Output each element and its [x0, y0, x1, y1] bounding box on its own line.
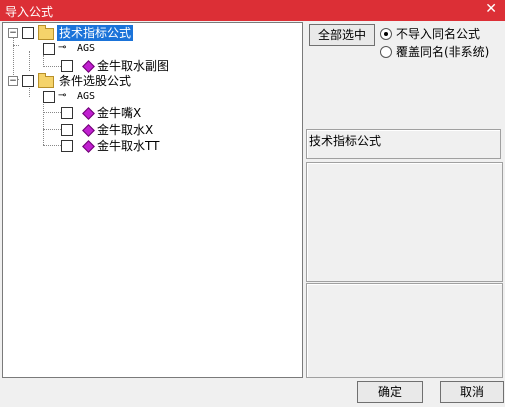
title-bar: 导入公式 ✕: [0, 0, 505, 21]
checkbox[interactable]: [43, 91, 55, 103]
ok-button[interactable]: 确定: [357, 381, 423, 403]
tree-node-label: 条件选股公式: [59, 74, 132, 88]
window-title: 导入公式: [5, 5, 54, 19]
tree-node-ags[interactable]: − ⊸ AGS: [3, 41, 300, 57]
close-icon[interactable]: ✕: [485, 1, 497, 17]
radio-skip-duplicates[interactable]: [380, 28, 392, 40]
checkbox[interactable]: [43, 43, 55, 55]
collapse-icon[interactable]: −: [8, 76, 18, 86]
formula-description-panel: [306, 162, 503, 282]
tree-node-label: AGS: [77, 43, 96, 54]
formula-icon: [82, 140, 95, 153]
checkbox[interactable]: [61, 107, 73, 119]
formula-info-panel: 技术指标公式: [306, 129, 501, 159]
formula-tree[interactable]: − 技术指标公式 − ⊸ AGS 金牛取水副图 − 条件选股公式 −: [2, 22, 303, 378]
checkbox[interactable]: [61, 60, 73, 72]
tree-node-tech-indicators[interactable]: − 技术指标公式: [3, 25, 300, 41]
tree-node-ags[interactable]: − ⊸ AGS: [3, 89, 300, 105]
select-all-button[interactable]: 全部选中: [309, 24, 375, 46]
formula-detail-panel: [306, 283, 503, 378]
tree-node-label: 金牛嘴X: [97, 106, 142, 120]
formula-info-title: 技术指标公式: [309, 134, 382, 148]
tree-node-label: 技术指标公式: [57, 25, 134, 41]
tree-node-formula[interactable]: 金牛取水副图: [3, 58, 300, 74]
tree-node-formula[interactable]: 金牛取水TT: [3, 138, 300, 154]
checkbox[interactable]: [22, 75, 34, 87]
folder-icon: [38, 73, 54, 88]
radio-overwrite-duplicates[interactable]: [380, 46, 392, 58]
key-icon: ⊸: [58, 42, 67, 53]
formula-icon: [82, 124, 95, 137]
tree-node-formula[interactable]: 金牛嘴X: [3, 105, 300, 121]
tree-node-label: 金牛取水副图: [97, 59, 170, 73]
tree-node-formula[interactable]: 金牛取水X: [3, 122, 300, 138]
key-icon: ⊸: [58, 90, 67, 101]
checkbox[interactable]: [61, 140, 73, 152]
radio-overwrite-duplicates-label: 覆盖同名(非系统): [396, 45, 490, 59]
collapse-icon[interactable]: −: [8, 28, 18, 38]
tree-node-stock-selection[interactable]: − 条件选股公式: [3, 73, 300, 89]
radio-skip-duplicates-label: 不导入同名公式: [396, 27, 481, 41]
cancel-button[interactable]: 取消: [440, 381, 504, 403]
formula-icon: [82, 107, 95, 120]
checkbox[interactable]: [22, 27, 34, 39]
formula-icon: [82, 60, 95, 73]
tree-node-label: AGS: [77, 91, 96, 102]
folder-icon: [38, 25, 54, 40]
import-formula-dialog: 导入公式 ✕ − 技术指标公式 − ⊸ AGS: [0, 0, 505, 407]
tree-node-label: 金牛取水TT: [97, 139, 160, 153]
tree-node-label: 金牛取水X: [97, 123, 154, 137]
checkbox[interactable]: [61, 124, 73, 136]
